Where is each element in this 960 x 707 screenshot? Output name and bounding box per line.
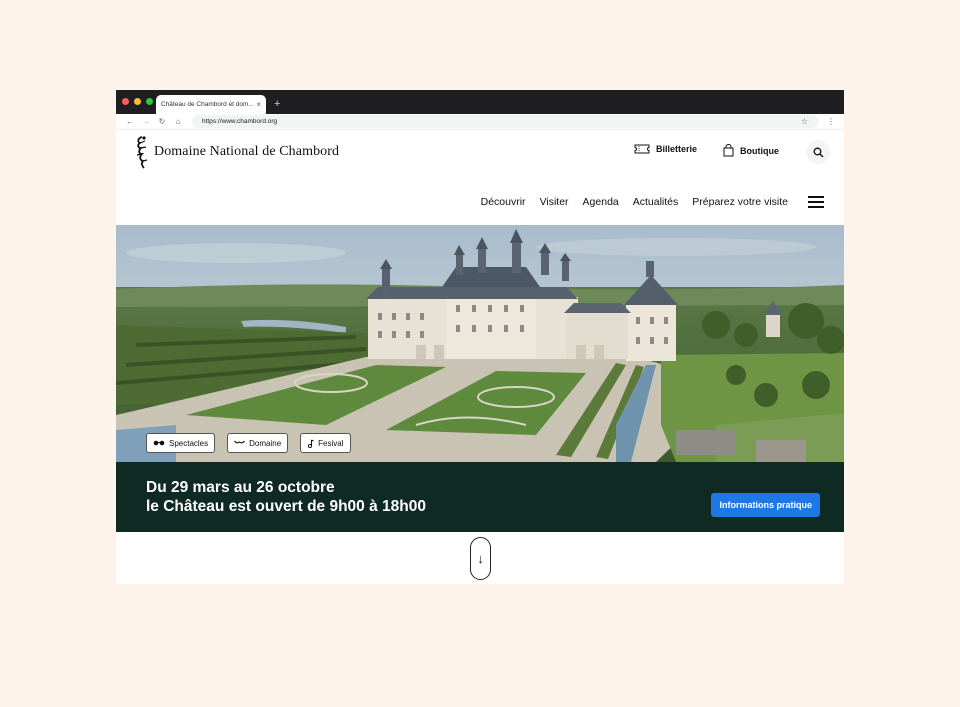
bookmark-star-icon[interactable]: ☆	[801, 117, 808, 126]
nav-item-agenda[interactable]: Agenda	[583, 196, 619, 208]
nav-item-preparez-visite[interactable]: Préparez votre visite	[692, 196, 788, 208]
glasses-icon	[153, 440, 165, 446]
billetterie-label: Billetterie	[656, 144, 698, 154]
window-controls	[122, 98, 153, 105]
salamander-logo-icon[interactable]	[134, 135, 150, 169]
landscape-icon	[234, 440, 246, 444]
main-nav: Découvrir Visiter Agenda Actualités Prép…	[116, 184, 844, 219]
maximize-window-button[interactable]	[146, 98, 153, 105]
chip-spectacles[interactable]: Spectacles	[146, 433, 216, 453]
browser-window: Château de Chambord et dom... × + ← → ↻ …	[116, 90, 844, 584]
search-icon	[813, 147, 823, 157]
tab-close-icon[interactable]: ×	[256, 100, 261, 109]
close-window-button[interactable]	[122, 98, 129, 105]
arrow-down-icon: ↓	[477, 551, 484, 566]
chip-fesival[interactable]: Fesival	[300, 433, 351, 453]
nav-item-visiter[interactable]: Visiter	[540, 196, 569, 208]
site-header: Domaine National de Chambord Billetterie…	[116, 130, 844, 175]
url-text: https://www.chambord.org	[202, 118, 278, 125]
chip-fesival-label: Fesival	[318, 438, 344, 448]
reload-icon[interactable]: ↻	[154, 117, 170, 126]
new-tab-button[interactable]: +	[274, 95, 280, 114]
music-note-icon	[308, 439, 314, 448]
hero-chips: Spectacles Domaine Fesival	[146, 433, 351, 453]
nav-item-decouvrir[interactable]: Découvrir	[481, 196, 526, 208]
search-button[interactable]	[806, 140, 830, 164]
chip-domaine[interactable]: Domaine	[227, 433, 289, 453]
nav-item-actualites[interactable]: Actualités	[633, 196, 679, 208]
shopping-bag-icon	[723, 144, 734, 157]
informations-pratique-button[interactable]: Informations pratique	[711, 493, 820, 517]
tab-title: Château de Chambord et dom...	[161, 101, 254, 108]
address-bar: ← → ↻ ⌂ https://www.chambord.org ☆ ⋮	[116, 114, 844, 130]
minimize-window-button[interactable]	[134, 98, 141, 105]
hamburger-menu-icon[interactable]	[808, 195, 824, 208]
boutique-link[interactable]: Boutique	[723, 144, 779, 157]
url-field[interactable]: https://www.chambord.org ☆	[192, 115, 818, 128]
back-icon[interactable]: ←	[122, 117, 138, 126]
browser-tab[interactable]: Château de Chambord et dom... ×	[156, 95, 266, 114]
chip-spectacles-label: Spectacles	[169, 438, 209, 448]
hero-image: Spectacles Domaine Fesival	[116, 225, 844, 462]
scroll-down-button[interactable]: ↓	[470, 537, 491, 580]
tab-bar: Château de Chambord et dom... × +	[116, 90, 844, 114]
ticket-icon	[634, 144, 650, 154]
forward-icon[interactable]: →	[138, 117, 154, 126]
chip-domaine-label: Domaine	[249, 438, 282, 448]
boutique-label: Boutique	[740, 145, 779, 156]
site-title[interactable]: Domaine National de Chambord	[154, 144, 339, 160]
banner-dates: Du 29 mars au 26 octobre	[146, 479, 335, 496]
home-icon[interactable]: ⌂	[170, 117, 186, 126]
banner-hours: le Château est ouvert de 9h00 à 18h00	[146, 498, 426, 515]
opening-hours-banner: Du 29 mars au 26 octobre le Château est …	[116, 462, 844, 532]
chateau-aerial-photo	[116, 225, 844, 462]
billetterie-link[interactable]: Billetterie	[634, 144, 697, 154]
browser-menu-icon[interactable]: ⋮	[824, 117, 838, 126]
